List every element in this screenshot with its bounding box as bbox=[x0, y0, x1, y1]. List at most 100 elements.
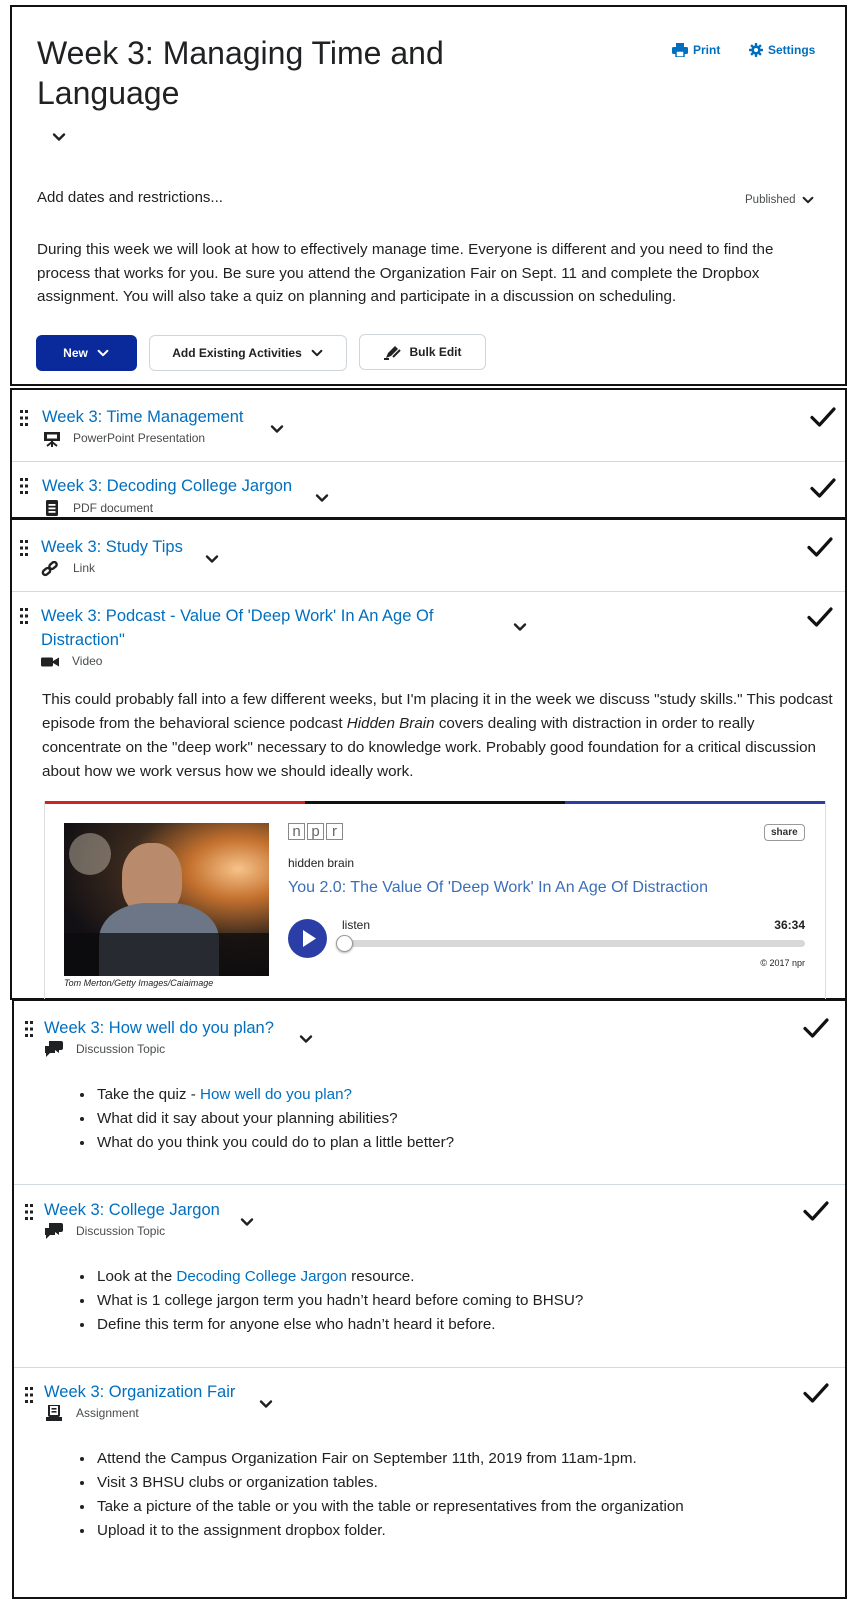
new-label: New bbox=[63, 346, 88, 360]
list-bullet: Attend the Campus Organization Fair on S… bbox=[95, 1447, 684, 1471]
chevron-down-icon[interactable] bbox=[239, 1214, 255, 1230]
item-title-link[interactable]: Week 3: How well do you plan? bbox=[44, 1016, 274, 1040]
unit-description: During this week we will look at how to … bbox=[37, 241, 774, 305]
list-bullet: Take a picture of the table or you with … bbox=[95, 1495, 684, 1519]
checkmark-icon bbox=[803, 1200, 829, 1222]
chevron-down-icon[interactable] bbox=[512, 619, 528, 635]
item-type: PowerPoint Presentation bbox=[73, 431, 206, 445]
chevron-down-icon bbox=[310, 346, 324, 360]
play-button[interactable] bbox=[288, 919, 327, 958]
list-bullet: What is 1 college jargon term you hadn’t… bbox=[95, 1289, 583, 1313]
list-bullet: What did it say about your planning abil… bbox=[95, 1107, 454, 1131]
discussion-icon bbox=[45, 1223, 63, 1239]
chevron-down-icon[interactable] bbox=[51, 129, 67, 145]
item-title-link[interactable]: Week 3: Podcast - Value Of 'Deep Work' I… bbox=[41, 604, 471, 652]
item-type: PDF document bbox=[73, 501, 154, 515]
list-bullet: Upload it to the assignment dropbox fold… bbox=[95, 1519, 684, 1543]
quiz-link[interactable]: How well do you plan? bbox=[200, 1086, 352, 1103]
gear-icon bbox=[749, 43, 763, 57]
chevron-down-icon bbox=[97, 349, 109, 357]
published-dropdown[interactable]: Published bbox=[745, 193, 815, 207]
drag-handle-icon[interactable] bbox=[25, 1204, 33, 1220]
checkmark-icon bbox=[810, 477, 836, 499]
image-credit: Tom Merton/Getty Images/Caiaimage bbox=[64, 978, 214, 988]
podcast-thumbnail bbox=[64, 823, 269, 976]
pencil-icon bbox=[384, 346, 402, 360]
list-item: Week 3: Organization Fair Assignment Att… bbox=[14, 1367, 845, 1601]
item-type: Assignment bbox=[76, 1406, 139, 1420]
item-type: Link bbox=[73, 561, 96, 575]
episode-title-link[interactable]: You 2.0: The Value Of 'Deep Work' In An … bbox=[288, 879, 708, 897]
content-panel: Week 3: Time Management PowerPoint Prese… bbox=[10, 388, 847, 519]
chevron-down-icon[interactable] bbox=[314, 490, 330, 506]
share-button[interactable]: share bbox=[764, 824, 805, 841]
item-type: Discussion Topic bbox=[76, 1042, 166, 1056]
item-title-link[interactable]: Week 3: Organization Fair bbox=[44, 1380, 235, 1404]
settings-label: Settings bbox=[768, 43, 816, 57]
checkmark-icon bbox=[807, 606, 833, 628]
copyright-text: © 2017 npr bbox=[760, 958, 805, 968]
list-item: Week 3: Study Tips Link bbox=[12, 520, 845, 591]
list-bullet: Take the quiz - How well do you plan? bbox=[95, 1083, 454, 1107]
podcast-name: Hidden Brain bbox=[346, 715, 435, 732]
print-button[interactable]: Print bbox=[672, 43, 720, 57]
chevron-down-icon[interactable] bbox=[298, 1031, 314, 1047]
item-title-link[interactable]: Week 3: Time Management bbox=[42, 405, 243, 429]
npr-color-bar bbox=[45, 801, 825, 804]
drag-handle-icon[interactable] bbox=[20, 608, 28, 624]
add-dates-link[interactable]: Add dates and restrictions... bbox=[37, 189, 223, 206]
content-panel: Week 3: How well do you plan? Discussion… bbox=[12, 999, 847, 1599]
play-icon bbox=[303, 930, 316, 947]
add-existing-activities-button[interactable]: Add Existing Activities bbox=[149, 335, 347, 371]
list-bullet: What do you think you could do to plan a… bbox=[95, 1131, 454, 1155]
document-icon bbox=[46, 500, 58, 516]
presentation-icon bbox=[44, 432, 60, 447]
item-title-link[interactable]: Week 3: Decoding College Jargon bbox=[42, 474, 292, 498]
audio-scrubber-handle[interactable] bbox=[336, 935, 353, 952]
drag-handle-icon[interactable] bbox=[20, 540, 28, 556]
chevron-down-icon[interactable] bbox=[204, 551, 220, 567]
item-title-link[interactable]: Week 3: College Jargon bbox=[44, 1198, 220, 1222]
instruction-list: Look at the Decoding College Jargon reso… bbox=[63, 1265, 583, 1337]
list-bullet: Look at the Decoding College Jargon reso… bbox=[95, 1265, 583, 1289]
instruction-list: Take the quiz - How well do you plan? Wh… bbox=[63, 1083, 454, 1155]
instruction-list: Attend the Campus Organization Fair on S… bbox=[63, 1447, 684, 1543]
new-button[interactable]: New bbox=[36, 335, 137, 371]
discussion-icon bbox=[45, 1041, 63, 1057]
drag-handle-icon[interactable] bbox=[20, 478, 28, 494]
resource-link[interactable]: Decoding College Jargon bbox=[176, 1268, 347, 1285]
list-item: Week 3: Decoding College Jargon PDF docu… bbox=[12, 461, 845, 521]
bulk-edit-button[interactable]: Bulk Edit bbox=[359, 334, 486, 370]
item-type: Video bbox=[72, 654, 103, 668]
chevron-down-icon bbox=[801, 193, 815, 207]
video-icon bbox=[41, 657, 59, 667]
item-type: Discussion Topic bbox=[76, 1224, 166, 1238]
checkmark-icon bbox=[810, 406, 836, 428]
publish-status: Published bbox=[745, 194, 796, 206]
page-title: Week 3: Managing Time and Language bbox=[37, 35, 444, 111]
settings-button[interactable]: Settings bbox=[749, 43, 815, 57]
item-description: This could probably fall into a few diff… bbox=[42, 688, 837, 784]
checkmark-icon bbox=[807, 536, 833, 558]
chevron-down-icon[interactable] bbox=[258, 1396, 274, 1412]
drag-handle-icon[interactable] bbox=[20, 410, 28, 426]
list-item: Week 3: Podcast - Value Of 'Deep Work' I… bbox=[12, 591, 845, 1001]
assignment-icon bbox=[46, 1405, 62, 1421]
list-item: Week 3: College Jargon Discussion Topic … bbox=[14, 1184, 845, 1367]
checkmark-icon bbox=[803, 1382, 829, 1404]
podcast-show-name: hidden brain bbox=[288, 856, 355, 870]
npr-logo: n p r bbox=[288, 823, 343, 840]
content-panel: Week 3: Study Tips Link Week 3: Podcast … bbox=[10, 518, 847, 1001]
printer-icon bbox=[672, 43, 688, 57]
list-bullet: Visit 3 BHSU clubs or organization table… bbox=[95, 1471, 684, 1495]
audio-progress-track[interactable] bbox=[336, 935, 805, 952]
drag-handle-icon[interactable] bbox=[25, 1021, 33, 1037]
add-existing-label: Add Existing Activities bbox=[172, 346, 302, 360]
chevron-down-icon[interactable] bbox=[269, 421, 285, 437]
listen-label: listen bbox=[342, 918, 371, 932]
bulk-edit-label: Bulk Edit bbox=[409, 345, 462, 359]
unit-header-panel: Week 3: Managing Time and Language Print… bbox=[10, 5, 847, 386]
drag-handle-icon[interactable] bbox=[25, 1387, 33, 1403]
list-item: Week 3: How well do you plan? Discussion… bbox=[14, 1001, 845, 1184]
item-title-link[interactable]: Week 3: Study Tips bbox=[41, 535, 183, 559]
